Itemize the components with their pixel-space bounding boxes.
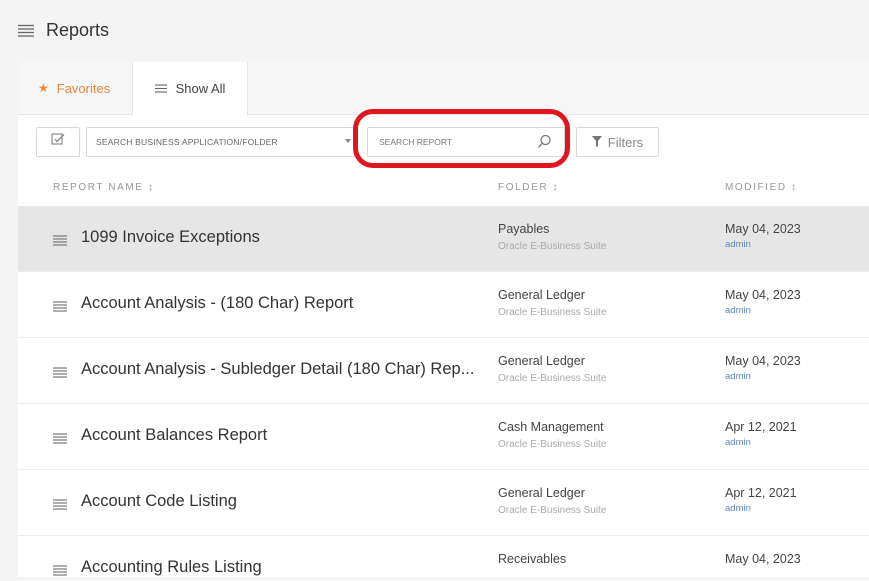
- report-icon: [53, 233, 67, 251]
- report-folder: General Ledger: [498, 288, 585, 302]
- report-modified-user[interactable]: admin: [725, 503, 751, 514]
- tab-show-all[interactable]: Show All: [132, 62, 248, 115]
- report-icon: [53, 431, 67, 449]
- table-row[interactable]: Account Analysis - (180 Char) Report Gen…: [18, 272, 869, 338]
- hamburger-list-icon[interactable]: [18, 24, 34, 43]
- report-icon: [53, 299, 67, 317]
- filters-label: Filters: [607, 134, 644, 150]
- page-title: Reports: [46, 20, 110, 40]
- report-application: Oracle E-Business Suite: [498, 439, 607, 450]
- report-application: Oracle E-Business Suite: [498, 307, 607, 318]
- report-name[interactable]: Accounting Rules Listing: [81, 558, 262, 577]
- report-folder: Payables: [498, 222, 550, 236]
- star-icon: ★: [38, 81, 49, 95]
- tab-favorites[interactable]: ★ Favorites: [18, 62, 130, 114]
- chevron-down-icon: [345, 139, 351, 143]
- report-folder: General Ledger: [498, 486, 585, 500]
- tab-show-all-label: Show All: [175, 81, 226, 96]
- report-icon: [53, 497, 67, 515]
- report-modified-user[interactable]: admin: [725, 305, 751, 316]
- table-row[interactable]: Account Balances Report Cash Management …: [18, 404, 869, 470]
- reports-panel: ★ Favorites Show All SEARCH BUSINESS APP…: [18, 62, 869, 577]
- column-folder[interactable]: FOLDER ↕: [498, 182, 559, 193]
- tab-favorites-label: Favorites: [56, 80, 111, 96]
- report-modified-user[interactable]: admin: [725, 437, 751, 448]
- report-application: Oracle E-Business Suite: [498, 373, 607, 384]
- search-icon[interactable]: [537, 134, 552, 151]
- table-row[interactable]: Account Analysis - Subledger Detail (180…: [18, 338, 869, 404]
- page-header: Reports: [0, 0, 869, 62]
- report-name[interactable]: Account Balances Report: [81, 426, 267, 445]
- report-modified-date: May 04, 2023: [725, 222, 801, 236]
- report-folder: Receivables: [498, 552, 567, 566]
- report-folder: Cash Management: [498, 420, 604, 434]
- report-modified-user[interactable]: admin: [725, 239, 751, 250]
- list-icon: [154, 81, 167, 96]
- report-modified-date: May 04, 2023: [725, 354, 801, 368]
- report-modified-date: May 04, 2023: [725, 288, 801, 302]
- report-modified-date: Apr 12, 2021: [725, 486, 797, 500]
- report-icon: [53, 563, 67, 581]
- report-name[interactable]: Account Analysis - Subledger Detail (180…: [81, 360, 474, 379]
- column-report-name[interactable]: REPORT NAME ↕: [53, 182, 155, 193]
- report-modified-date: Apr 12, 2021: [725, 420, 797, 434]
- report-modified-user[interactable]: admin: [725, 371, 751, 382]
- column-modified[interactable]: MODIFIED ↕: [725, 182, 798, 193]
- table-row[interactable]: Account Code Listing General Ledger Orac…: [18, 470, 869, 536]
- folder-select-placeholder: SEARCH BUSINESS APPLICATION/FOLDER: [96, 137, 278, 147]
- table-row[interactable]: Accounting Rules Listing Receivables May…: [18, 536, 869, 576]
- report-modified-date: May 04, 2023: [725, 552, 801, 566]
- table-row[interactable]: 1099 Invoice Exceptions Payables Oracle …: [18, 206, 869, 272]
- report-folder: General Ledger: [498, 354, 585, 368]
- table-header: REPORT NAME ↕ FOLDER ↕ MODIFIED ↕: [18, 169, 869, 206]
- search-report-input[interactable]: SEARCH REPORT: [367, 127, 565, 157]
- report-application: Oracle E-Business Suite: [498, 241, 607, 252]
- checklist-icon: [51, 133, 65, 151]
- report-application: Oracle E-Business Suite: [498, 505, 607, 516]
- report-name[interactable]: Account Code Listing: [81, 492, 237, 511]
- filters-button[interactable]: Filters: [576, 127, 659, 157]
- report-name[interactable]: 1099 Invoice Exceptions: [81, 228, 260, 247]
- select-items-button[interactable]: [36, 127, 80, 157]
- toolbar: SEARCH BUSINESS APPLICATION/FOLDER SEARC…: [18, 115, 869, 167]
- report-icon: [53, 365, 67, 383]
- report-list: 1099 Invoice Exceptions Payables Oracle …: [18, 206, 869, 576]
- filter-funnel-icon: [591, 135, 602, 150]
- search-report-placeholder: SEARCH REPORT: [379, 137, 453, 147]
- report-name[interactable]: Account Analysis - (180 Char) Report: [81, 294, 353, 313]
- folder-select[interactable]: SEARCH BUSINESS APPLICATION/FOLDER: [86, 127, 358, 157]
- tab-bar: ★ Favorites Show All: [18, 62, 869, 115]
